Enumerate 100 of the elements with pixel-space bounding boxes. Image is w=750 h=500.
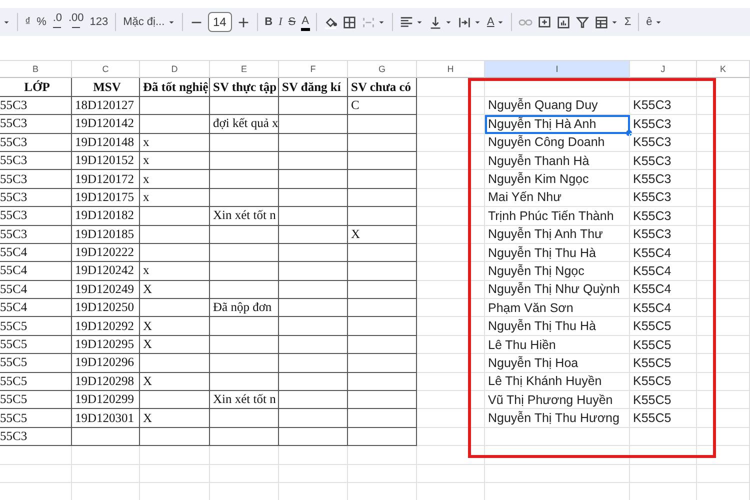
column-header[interactable]: K xyxy=(697,60,750,78)
table-cell[interactable]: Nguyễn Thị Hoa xyxy=(485,354,630,373)
table-cell xyxy=(417,354,485,373)
table-cell xyxy=(210,226,279,244)
filter-icon[interactable] xyxy=(575,14,590,30)
format-button[interactable]: ê xyxy=(645,15,654,29)
borders-icon[interactable] xyxy=(342,14,357,30)
table-cell[interactable]: K55C3 xyxy=(630,96,697,116)
table-cell[interactable]: Nguyễn Thị Hà Anh xyxy=(485,115,630,134)
table-cell[interactable]: K55C5 xyxy=(630,372,697,392)
table-cell xyxy=(279,152,348,170)
decimal-button[interactable]: .0 xyxy=(51,13,64,31)
table-cell: 55C4 xyxy=(0,262,72,281)
comment-icon[interactable] xyxy=(537,14,552,30)
table-cell: Xin xét tốt n xyxy=(210,207,279,226)
table-cell xyxy=(140,244,210,262)
table-cell xyxy=(140,391,210,410)
table-cell xyxy=(210,354,279,373)
table-cell[interactable]: Nguyễn Quang Duy xyxy=(485,96,630,116)
table-cell[interactable]: Nguyễn Thị Thu Hương xyxy=(485,409,630,428)
table-cell[interactable]: Nguyễn Thị Thu Hà xyxy=(485,244,630,262)
table-cell[interactable]: Lê Thị Khánh Huyền xyxy=(485,372,630,392)
table-cell[interactable]: K55C3 xyxy=(630,207,697,226)
table-cell[interactable]: Nguyễn Kim Ngọc xyxy=(485,170,630,189)
column-header: SV thực tập xyxy=(210,78,279,97)
table-cell[interactable]: K55C4 xyxy=(630,280,697,300)
font-size-field[interactable]: 14 xyxy=(208,12,232,32)
table-cell: x xyxy=(140,152,210,170)
table-cell[interactable]: Nguyễn Thị Ngọc xyxy=(485,262,630,281)
table-cell[interactable]: K55C5 xyxy=(630,354,697,373)
table-cell xyxy=(279,391,348,410)
table-cell[interactable]: Trịnh Phúc Tiến Thành xyxy=(485,207,630,226)
table-cell: 55C4 xyxy=(0,280,72,300)
table-cell[interactable]: K55C3 xyxy=(630,134,697,152)
table-cell[interactable]: K55C3 xyxy=(630,115,697,134)
table-cell[interactable]: Phạm Văn Sơn xyxy=(485,299,630,318)
table-cell[interactable]: Lê Thu Hiền xyxy=(485,336,630,354)
table-cell xyxy=(697,446,750,465)
decimal-button[interactable]: .00 xyxy=(67,13,85,31)
table-cell: 55C3 xyxy=(0,226,72,244)
table-cell[interactable]: Vũ Thị Phương Huyền xyxy=(485,391,630,410)
table-cell[interactable]: Nguyễn Thị Như Quỳnh xyxy=(485,280,630,300)
table-cell: X xyxy=(140,336,210,354)
table-cell[interactable]: K55C5 xyxy=(630,317,697,336)
table-cell[interactable]: K55C3 xyxy=(630,226,697,244)
column-header[interactable]: B xyxy=(0,60,72,78)
table-cell[interactable]: Nguyễn Thị Anh Thư xyxy=(485,226,630,244)
table-cell[interactable]: K55C5 xyxy=(630,391,697,410)
table-cell xyxy=(140,207,210,226)
table-cell xyxy=(279,170,348,189)
column-header[interactable]: J xyxy=(630,60,697,78)
table-cell[interactable]: Nguyễn Công Doanh xyxy=(485,134,630,152)
column-header[interactable]: D xyxy=(140,60,210,78)
table-cell[interactable]: Mai Yến Như xyxy=(485,188,630,208)
table-cell xyxy=(140,226,210,244)
table-cell[interactable]: Nguyễn Thanh Hà xyxy=(485,152,630,170)
table-cell[interactable]: K55C4 xyxy=(630,244,697,262)
table-cell[interactable]: K55C4 xyxy=(630,262,697,281)
text-rotation-button[interactable]: A xyxy=(486,15,496,29)
font-dropdown[interactable]: Mặc đị... xyxy=(122,15,166,29)
table-cell: 19D120172 xyxy=(72,170,140,189)
bold-button[interactable]: B xyxy=(264,15,274,29)
table-cell xyxy=(417,409,485,428)
italic-button[interactable]: I xyxy=(278,15,284,29)
align-left-icon[interactable] xyxy=(398,14,414,30)
column-header[interactable]: G xyxy=(348,60,417,78)
format-button[interactable]: 123 xyxy=(88,15,110,29)
table-cell: 55C5 xyxy=(0,317,72,336)
table-cell xyxy=(697,317,750,336)
table-cell[interactable]: K55C5 xyxy=(630,409,697,428)
chart-icon[interactable] xyxy=(556,14,572,30)
table-cell xyxy=(697,115,750,134)
table-cell: 55C5 xyxy=(0,409,72,428)
table-icon[interactable] xyxy=(594,14,610,30)
table-cell xyxy=(697,391,750,410)
table-cell xyxy=(279,446,348,465)
table-cell xyxy=(417,226,485,244)
text-color-button[interactable]: A xyxy=(300,14,310,30)
column-header[interactable]: E xyxy=(210,60,279,78)
table-cell: 19D120242 xyxy=(72,262,140,281)
table-cell[interactable]: K55C3 xyxy=(630,170,697,189)
table-cell[interactable]: Nguyễn Thị Thu Hà xyxy=(485,317,630,336)
table-cell: 19D120301 xyxy=(72,409,140,428)
table-cell xyxy=(279,336,348,354)
column-header[interactable]: I xyxy=(485,60,630,78)
column-header[interactable]: C xyxy=(72,60,140,78)
format-button[interactable]: % xyxy=(36,15,48,29)
table-cell[interactable]: K55C3 xyxy=(630,188,697,208)
table-cell: đợi kết quả x xyxy=(210,115,279,134)
strikethrough-button[interactable]: S xyxy=(287,15,297,29)
table-cell: 55C5 xyxy=(0,336,72,354)
format-button[interactable]: ₫ xyxy=(24,15,32,29)
table-cell xyxy=(279,299,348,318)
table-cell xyxy=(348,372,417,392)
table-cell[interactable]: K55C5 xyxy=(630,336,697,354)
column-header[interactable]: F xyxy=(279,60,348,78)
table-cell xyxy=(140,428,210,446)
format-button[interactable]: Σ xyxy=(623,15,632,29)
table-cell[interactable]: K55C4 xyxy=(630,299,697,318)
table-cell[interactable]: K55C3 xyxy=(630,152,697,170)
